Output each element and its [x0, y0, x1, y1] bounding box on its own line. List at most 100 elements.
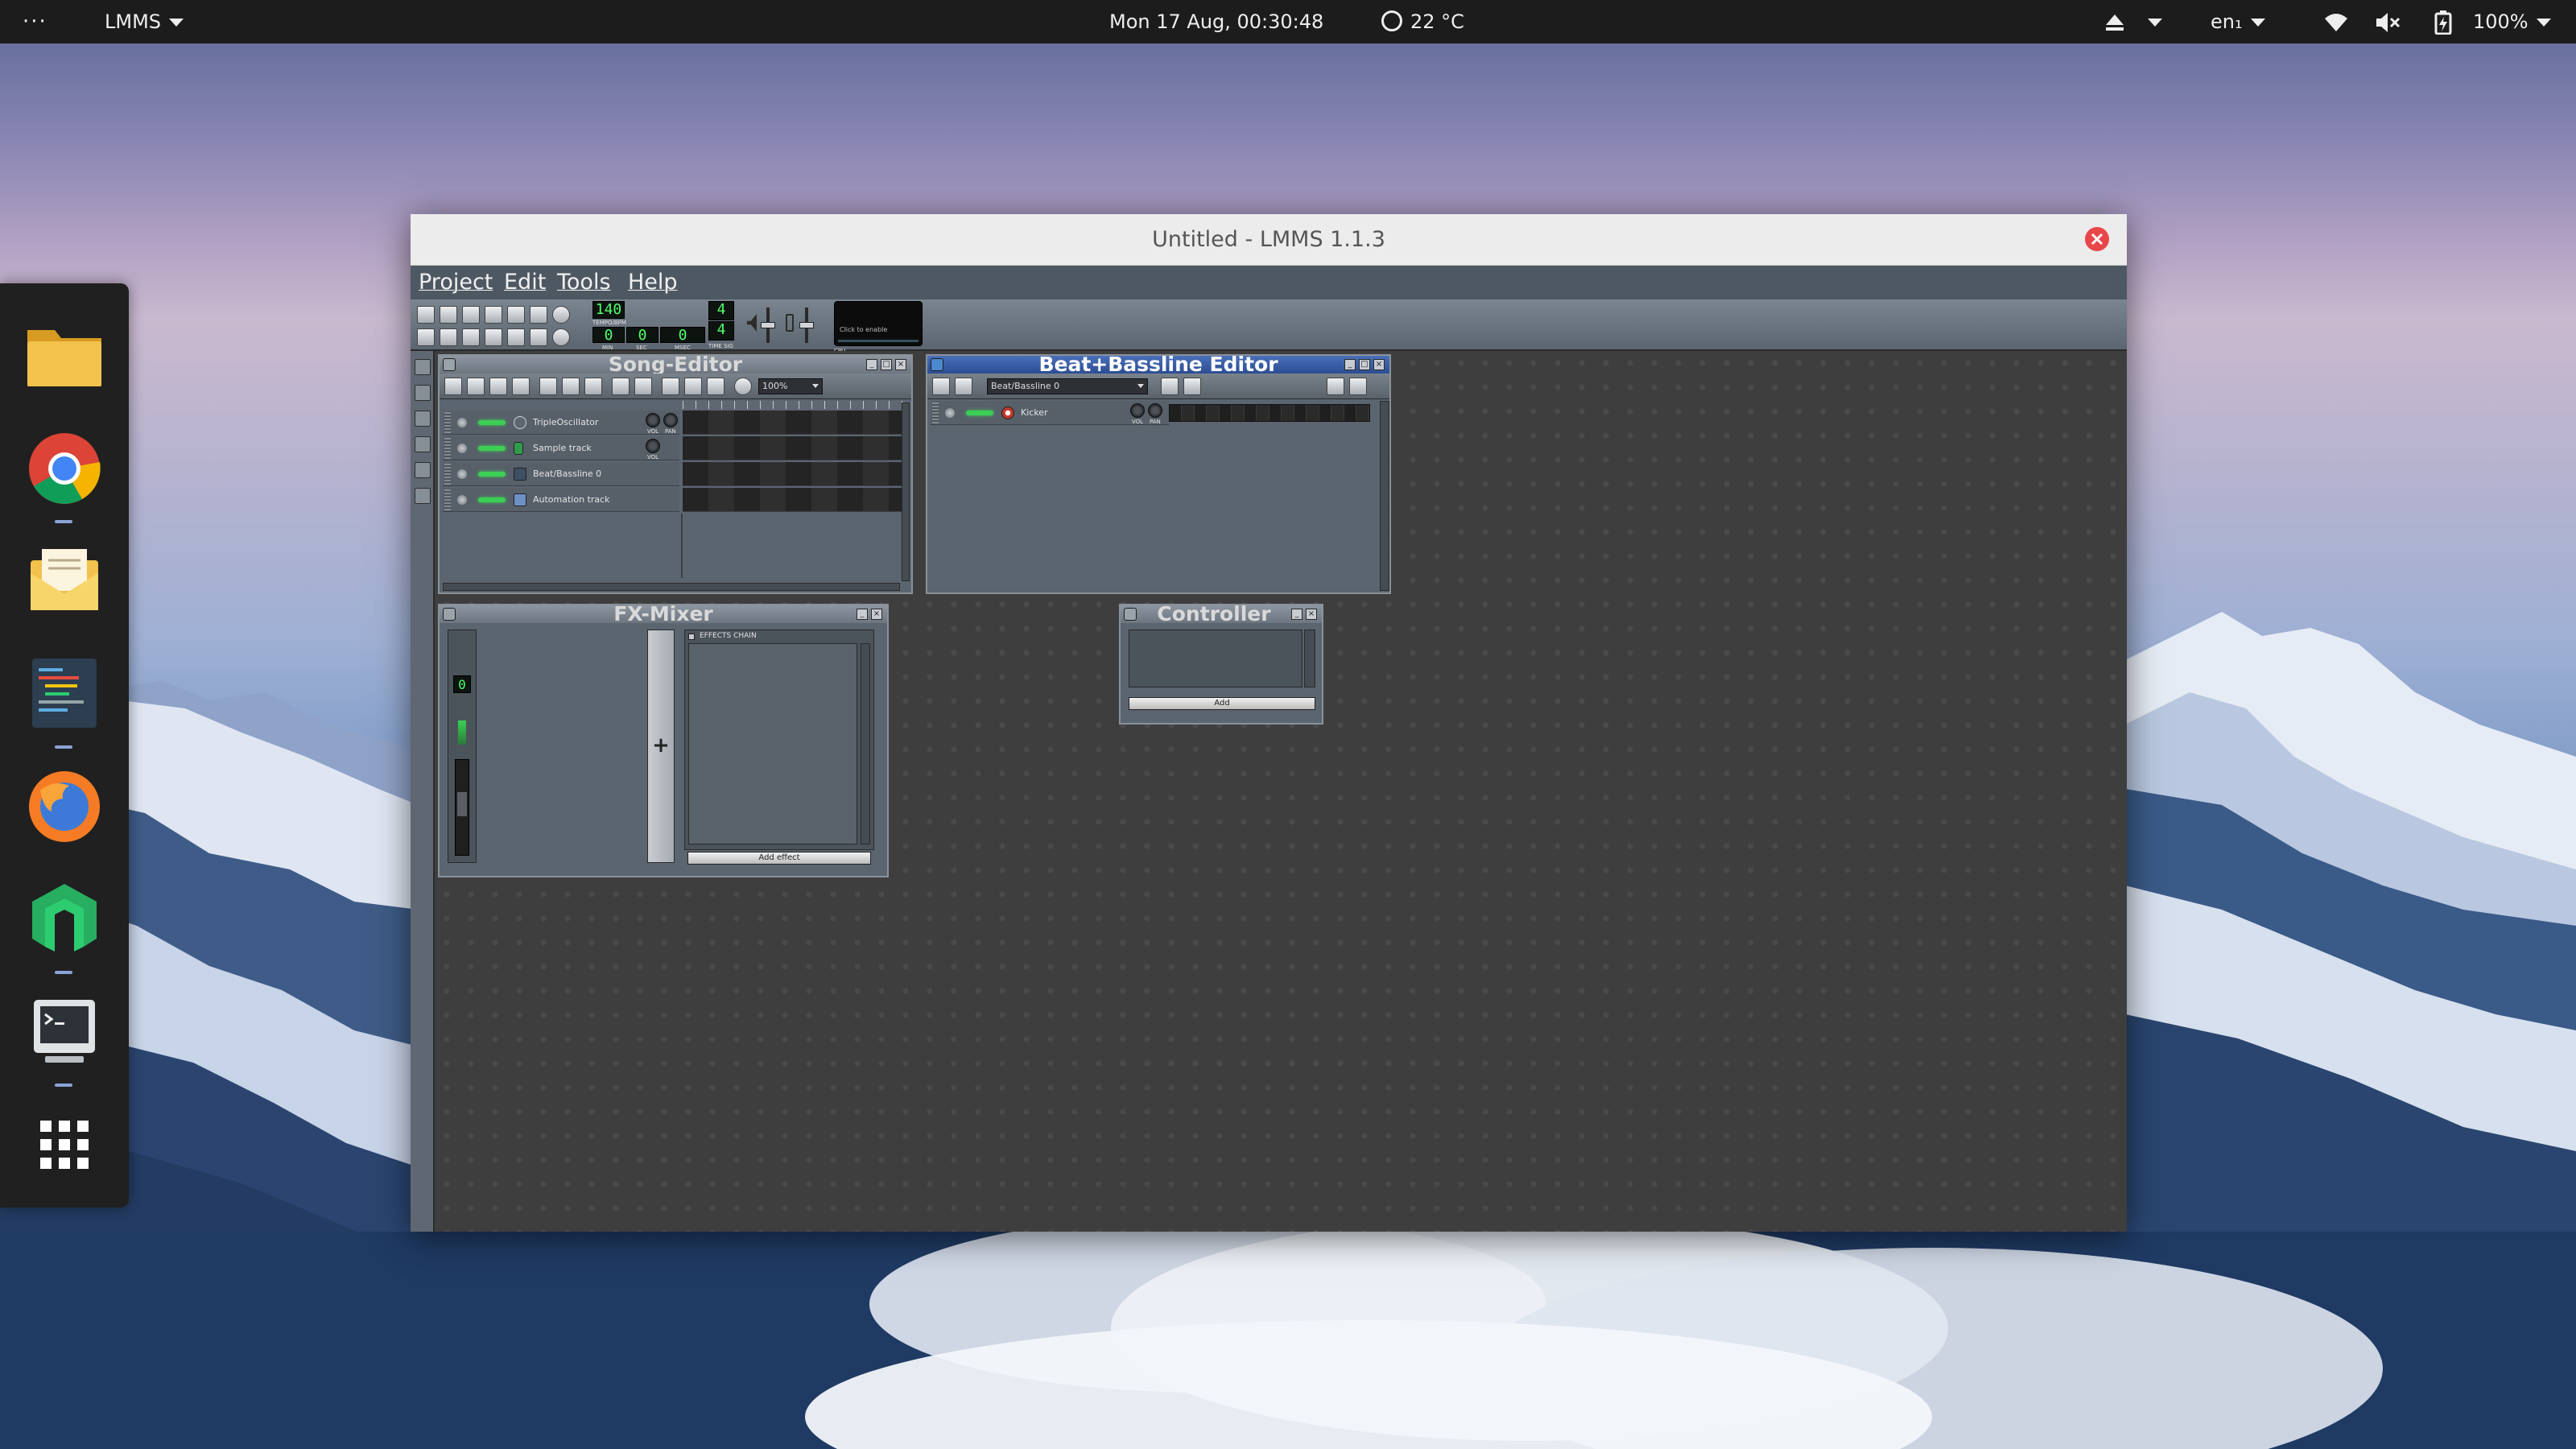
mute-button[interactable] — [457, 444, 467, 453]
track-grip[interactable] — [444, 412, 451, 433]
master-channel-strip[interactable]: 0 — [448, 630, 477, 863]
fx-mixer-titlebar[interactable]: FX-Mixer _ × — [440, 605, 887, 623]
mute-button[interactable] — [457, 469, 467, 479]
eject-icon[interactable] — [2104, 0, 2125, 43]
track-grip[interactable] — [444, 489, 451, 510]
play-icon[interactable] — [932, 378, 950, 395]
solo-led[interactable] — [966, 411, 993, 415]
record-while-playing-icon[interactable] — [489, 378, 507, 395]
add-controller-button[interactable]: Add — [1129, 697, 1315, 710]
zoom-select[interactable]: 100% — [758, 378, 823, 394]
mail-icon[interactable] — [21, 538, 108, 625]
folder-icon[interactable] — [21, 312, 108, 399]
save-project-icon[interactable] — [507, 306, 525, 324]
app-menu[interactable]: LMMS — [105, 0, 184, 43]
stop-icon[interactable] — [955, 378, 972, 395]
track-grip[interactable] — [444, 464, 451, 485]
controller-rack-toggle-icon[interactable] — [552, 328, 570, 346]
pan-knob[interactable] — [1148, 403, 1162, 418]
cpu-load-meter[interactable]: Click to enable — [834, 301, 923, 346]
vertical-scrollbar[interactable] — [1380, 401, 1389, 591]
new-project-icon[interactable] — [417, 306, 435, 324]
effects-chain-toggle[interactable] — [688, 634, 695, 640]
edit-mode-icon[interactable] — [634, 378, 652, 395]
my-samples-icon[interactable] — [415, 411, 431, 427]
clock[interactable]: Mon 17 Aug, 00:30:48 — [1109, 0, 1323, 43]
maximize-button[interactable]: □ — [881, 359, 892, 370]
recent-projects-icon[interactable] — [485, 306, 502, 324]
bb-editor-titlebar[interactable]: Beat+Bassline Editor _ □ × — [927, 356, 1389, 374]
minimize-button[interactable]: _ — [1291, 609, 1302, 620]
automation-editor-toggle-icon[interactable] — [485, 328, 502, 346]
add-channel-button[interactable]: + — [647, 630, 675, 863]
timeline-ruler[interactable] — [683, 401, 905, 409]
open-project-icon[interactable] — [462, 306, 480, 324]
step-sequencer[interactable] — [1169, 404, 1370, 422]
time-sig-numerator[interactable]: 4 — [708, 301, 734, 320]
mute-button[interactable] — [945, 408, 955, 418]
track-row[interactable]: TripleOscillator VOL PAN — [443, 411, 679, 435]
menu-edit[interactable]: Edit — [504, 266, 546, 299]
instrument-plugins-icon[interactable] — [415, 359, 431, 375]
add-effect-button[interactable]: Add effect — [687, 852, 871, 865]
track-name[interactable]: Sample track — [533, 436, 592, 460]
track-row[interactable]: Sample track VOL — [443, 436, 679, 460]
song-editor-toggle-icon[interactable] — [417, 328, 435, 346]
song-editor-titlebar[interactable]: Song-Editor _ □ × — [440, 356, 911, 374]
terminal-icon[interactable] — [21, 989, 108, 1087]
solo-led[interactable] — [478, 420, 506, 425]
stop-behaviour-icon[interactable] — [707, 378, 724, 395]
add-sample-track-icon[interactable] — [562, 378, 580, 395]
record-icon[interactable] — [467, 378, 485, 395]
vertical-scrollbar[interactable] — [861, 643, 870, 844]
menu-help[interactable]: Help — [628, 266, 678, 299]
add-automation-track-icon[interactable] — [584, 378, 602, 395]
minimize-button[interactable]: _ — [866, 359, 877, 370]
export-project-icon[interactable] — [530, 306, 547, 324]
volume-muted-icon[interactable] — [2375, 0, 2401, 43]
minimize-button[interactable]: _ — [857, 609, 868, 620]
bb-select[interactable]: Beat/Bassline 0 — [987, 378, 1148, 394]
battery-menu[interactable]: 100% — [2473, 0, 2551, 43]
menu-tools[interactable]: Tools — [557, 266, 611, 299]
controller-list[interactable] — [1129, 630, 1302, 687]
master-pitch-slider[interactable] — [799, 308, 814, 343]
close-button[interactable]: × — [895, 359, 906, 370]
solo-led[interactable] — [478, 472, 506, 477]
auto-scroll-icon[interactable] — [662, 378, 679, 395]
code-editor-icon[interactable] — [21, 650, 108, 749]
volume-fader[interactable] — [455, 759, 469, 856]
add-steps-icon[interactable] — [1349, 378, 1367, 395]
my-projects-icon[interactable] — [415, 385, 431, 401]
my-presets-icon[interactable] — [415, 436, 431, 452]
bb-editor-toggle-icon[interactable] — [440, 328, 457, 346]
track-grip[interactable] — [444, 438, 451, 459]
whats-this-icon[interactable] — [552, 306, 570, 324]
add-automation-track-icon[interactable] — [1183, 378, 1201, 395]
close-button[interactable]: × — [1373, 359, 1385, 370]
track-pattern-lane[interactable] — [683, 436, 905, 460]
wifi-icon[interactable] — [2323, 0, 2349, 43]
remove-steps-icon[interactable] — [1327, 378, 1344, 395]
solo-led[interactable] — [478, 446, 506, 451]
pan-knob[interactable] — [663, 413, 678, 427]
close-button[interactable]: × — [1306, 609, 1317, 620]
track-pattern-lane[interactable] — [683, 411, 905, 435]
stop-icon[interactable] — [512, 378, 530, 395]
tempo-display[interactable]: 140 — [592, 301, 625, 319]
track-pattern-lane[interactable] — [683, 462, 905, 486]
minimize-button[interactable]: _ — [1344, 359, 1356, 370]
track-name[interactable]: Kicker — [1021, 401, 1048, 425]
weather-indicator[interactable]: 22 °C — [1381, 0, 1464, 43]
keyboard-layout[interactable]: en₁ — [2211, 0, 2265, 43]
root-directory-icon[interactable] — [415, 488, 431, 504]
track-row[interactable]: Kicker VOL PAN — [931, 401, 1169, 425]
volume-knob[interactable] — [646, 413, 660, 427]
close-button[interactable]: × — [871, 609, 882, 620]
track-pattern-lane[interactable] — [683, 488, 905, 512]
time-sig-denominator[interactable]: 4 — [708, 321, 734, 341]
maximize-button[interactable]: □ — [1359, 359, 1370, 370]
controller-rack-titlebar[interactable]: Controller Rac _ × — [1121, 605, 1322, 623]
new-from-template-icon[interactable] — [440, 306, 457, 324]
track-name[interactable]: TripleOscillator — [533, 411, 598, 435]
